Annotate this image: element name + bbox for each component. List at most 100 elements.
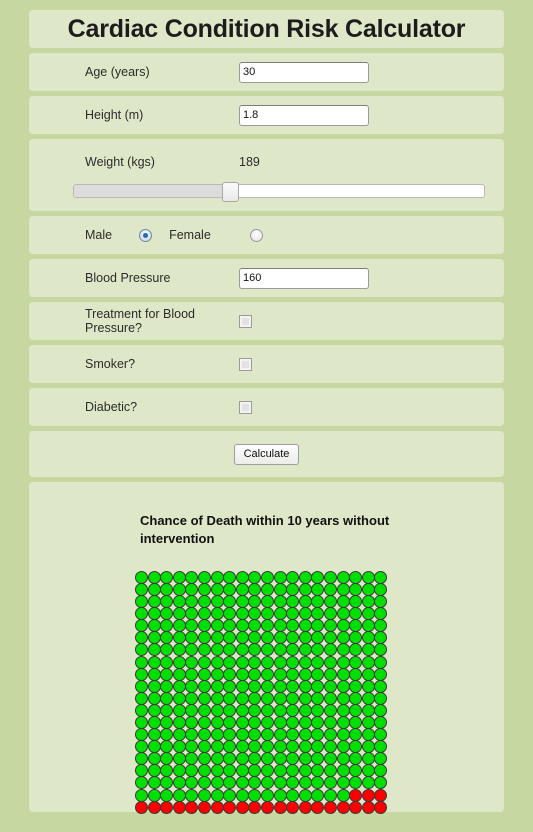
- safe-dot: [336, 595, 350, 609]
- safe-dot: [248, 570, 262, 584]
- safe-dot: [349, 655, 363, 669]
- safe-dot: [160, 607, 174, 621]
- risk-dot: [160, 800, 174, 814]
- safe-dot: [235, 607, 249, 621]
- safe-dot: [323, 740, 337, 754]
- risk-dot: [210, 800, 224, 814]
- weight-slider[interactable]: [73, 182, 485, 202]
- safe-dot: [349, 643, 363, 657]
- safe-dot: [260, 764, 274, 778]
- safe-dot: [248, 788, 262, 802]
- treatment-checkbox[interactable]: [239, 314, 252, 328]
- safe-dot: [248, 595, 262, 609]
- safe-dot: [172, 570, 186, 584]
- safe-dot: [172, 655, 186, 669]
- safe-dot: [172, 716, 186, 729]
- safe-dot: [135, 740, 148, 754]
- safe-dot: [160, 716, 174, 729]
- safe-dot: [135, 655, 148, 669]
- male-radio[interactable]: [139, 228, 153, 242]
- safe-dot: [210, 619, 224, 633]
- safe-dot: [286, 619, 300, 633]
- calculate-button[interactable]: Calculate: [233, 443, 300, 465]
- height-label: Height (m): [85, 108, 144, 122]
- safe-dot: [185, 703, 199, 717]
- safe-dot: [147, 619, 161, 633]
- diabetic-checkbox[interactable]: [239, 400, 252, 414]
- safe-dot: [311, 570, 325, 584]
- safe-dot: [235, 716, 249, 729]
- safe-dot: [235, 788, 249, 802]
- weight-slider-thumb[interactable]: [221, 182, 239, 202]
- safe-dot: [349, 631, 363, 645]
- safe-dot: [135, 764, 148, 778]
- safe-dot: [361, 776, 375, 790]
- safe-dot: [298, 643, 312, 657]
- safe-dot: [147, 740, 161, 754]
- safe-dot: [147, 595, 161, 609]
- age-input[interactable]: [239, 61, 369, 83]
- safe-dot: [349, 716, 363, 729]
- safe-dot: [223, 788, 237, 802]
- safe-dot: [135, 570, 148, 584]
- safe-dot: [197, 703, 211, 717]
- safe-dot: [361, 740, 375, 754]
- safe-dot: [361, 703, 375, 717]
- safe-dot: [223, 655, 237, 669]
- safe-dot: [197, 728, 211, 742]
- safe-dot: [311, 691, 325, 705]
- safe-dot: [147, 716, 161, 729]
- safe-dot: [248, 764, 262, 778]
- safe-dot: [135, 752, 148, 766]
- safe-dot: [197, 691, 211, 705]
- safe-dot: [210, 631, 224, 645]
- safe-dot: [298, 788, 312, 802]
- safe-dot: [286, 643, 300, 657]
- female-radio[interactable]: [249, 228, 263, 242]
- safe-dot: [147, 728, 161, 742]
- safe-dot: [160, 631, 174, 645]
- safe-dot: [147, 643, 161, 657]
- safe-dot: [361, 655, 375, 669]
- safe-dot: [311, 607, 325, 621]
- height-input[interactable]: [239, 104, 369, 126]
- safe-dot: [185, 619, 199, 633]
- risk-dot: [135, 800, 148, 814]
- safe-dot: [323, 582, 337, 596]
- safe-dot: [374, 643, 388, 657]
- safe-dot: [185, 776, 199, 790]
- smoker-checkbox[interactable]: [239, 357, 252, 371]
- safe-dot: [135, 607, 148, 621]
- safe-dot: [248, 752, 262, 766]
- safe-dot: [260, 788, 274, 802]
- safe-dot: [286, 776, 300, 790]
- safe-dot: [273, 643, 287, 657]
- safe-dot: [172, 728, 186, 742]
- safe-dot: [349, 728, 363, 742]
- risk-dot: [374, 788, 388, 802]
- risk-dot: [172, 800, 186, 814]
- safe-dot: [135, 595, 148, 609]
- safe-dot: [210, 716, 224, 729]
- safe-dot: [349, 619, 363, 633]
- safe-dot: [160, 655, 174, 669]
- blood-pressure-input[interactable]: [239, 267, 369, 289]
- safe-dot: [235, 679, 249, 693]
- safe-dot: [361, 679, 375, 693]
- safe-dot: [135, 582, 148, 596]
- safe-dot: [223, 691, 237, 705]
- safe-dot: [248, 776, 262, 790]
- safe-dot: [172, 679, 186, 693]
- safe-dot: [248, 655, 262, 669]
- safe-dot: [185, 740, 199, 754]
- safe-dot: [336, 716, 350, 729]
- safe-dot: [172, 643, 186, 657]
- safe-dot: [248, 582, 262, 596]
- safe-dot: [374, 582, 388, 596]
- safe-dot: [210, 595, 224, 609]
- risk-dot: [349, 788, 363, 802]
- safe-dot: [197, 752, 211, 766]
- safe-dot: [311, 582, 325, 596]
- safe-dot: [323, 607, 337, 621]
- safe-dot: [374, 716, 388, 729]
